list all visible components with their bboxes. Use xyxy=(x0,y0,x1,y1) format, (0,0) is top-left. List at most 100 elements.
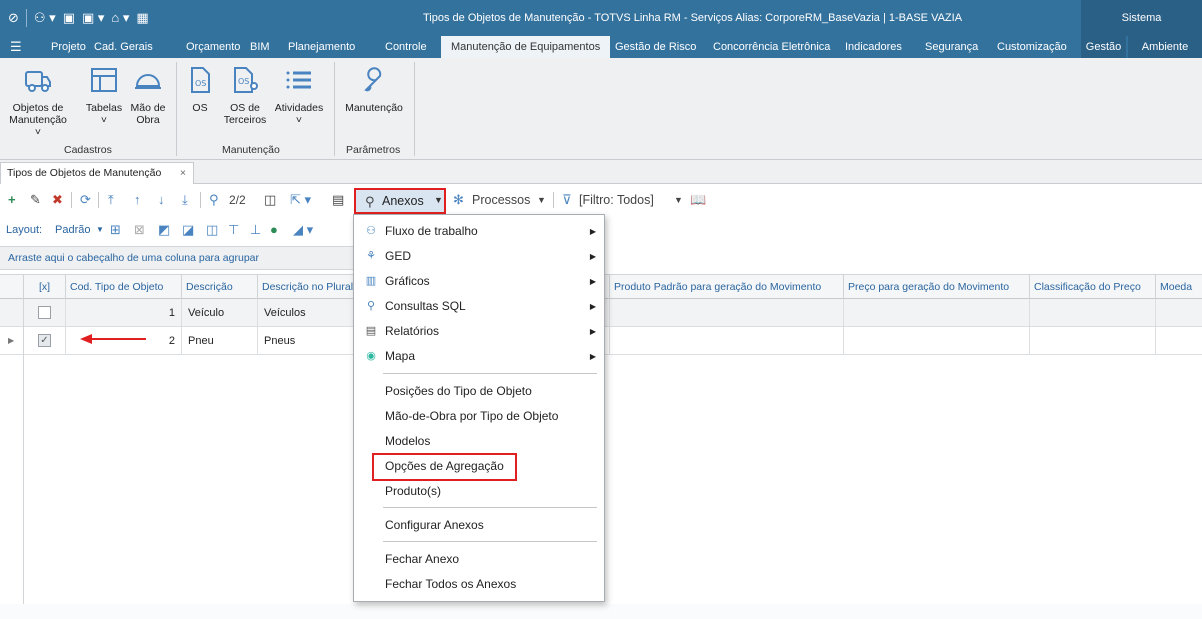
menu-item-mao-de-obra[interactable]: Mão-de-Obra por Tipo de Objeto xyxy=(354,404,604,429)
menu-indicadores[interactable]: Indicadores xyxy=(845,36,902,58)
previous-record-icon[interactable]: ↑ xyxy=(134,192,141,208)
menu-item-configurar-anexos[interactable]: Configurar Anexos xyxy=(354,513,604,538)
cell-classificacao xyxy=(1030,327,1156,355)
add-icon[interactable]: + xyxy=(8,192,16,208)
atividades-label: Atividades xyxy=(274,102,324,114)
home-icon[interactable]: ⌂ ▾ xyxy=(111,10,129,26)
menu-customizacao[interactable]: Customização xyxy=(997,36,1067,58)
menu-seguranca[interactable]: Segurança xyxy=(925,36,978,58)
menu-ambiente[interactable]: Ambiente xyxy=(1128,36,1202,58)
mao-de-obra-button[interactable]: Mão de Obra xyxy=(128,64,168,126)
tab-tipos-objetos[interactable]: Tipos de Objetos de Manutenção × xyxy=(0,162,194,184)
menu-controle[interactable]: Controle xyxy=(385,36,427,58)
next-record-icon[interactable]: ↓ xyxy=(158,192,165,208)
menu-item-posicoes[interactable]: Posições do Tipo de Objeto xyxy=(354,379,604,404)
menu-bim[interactable]: BIM xyxy=(250,36,270,58)
manutencao-param-button[interactable]: Manutenção xyxy=(342,64,406,114)
system-menu[interactable]: Sistema xyxy=(1081,0,1202,36)
window-icon[interactable]: ▣ xyxy=(63,10,75,26)
import-layout-icon[interactable]: ◪ xyxy=(182,222,194,238)
menu-item-label: Fluxo de trabalho xyxy=(385,224,478,238)
menu-item-label: GED xyxy=(385,249,412,263)
cell-preco xyxy=(844,299,1030,327)
helmet-icon xyxy=(135,74,161,89)
menu-item-fechar-todos[interactable]: Fechar Todos os Anexos xyxy=(354,572,604,597)
tabelas-button[interactable]: Tabelas ˅ xyxy=(84,64,124,126)
menu-gestao[interactable]: Gestão xyxy=(1081,36,1126,58)
filter-icon[interactable]: ⊽ xyxy=(562,192,572,208)
menu-orcamento[interactable]: Orçamento xyxy=(186,36,240,58)
app-menu-icon[interactable]: ☰ xyxy=(10,36,22,58)
book-icon[interactable]: 📖 xyxy=(690,192,706,208)
filter-button[interactable]: [Filtro: Todos] xyxy=(579,192,654,208)
objetos-manutencao-button[interactable]: Objetos de Manutenção ˅ xyxy=(6,64,70,138)
delete-icon[interactable]: ✖ xyxy=(52,192,63,208)
ribbon-separator xyxy=(414,62,415,156)
search-icon[interactable]: ⚲ xyxy=(209,192,219,208)
chevron-down-icon[interactable]: ▼ xyxy=(537,192,546,208)
export-icon[interactable]: ⇱ ▾ xyxy=(290,192,311,208)
objetos-label: Objetos de Manutenção xyxy=(9,102,67,126)
select-cell xyxy=(24,299,66,327)
save-layout-icon[interactable]: ◩ xyxy=(158,222,170,238)
menu-item-ged[interactable]: ⚘ GED ▶ xyxy=(354,244,604,269)
column-header-codigo[interactable]: Cod. Tipo de Objeto xyxy=(66,275,182,299)
menu-item-produtos[interactable]: Produto(s) xyxy=(354,479,604,504)
chevron-down-icon[interactable]: ▼ xyxy=(96,222,104,238)
layout-label: Layout: xyxy=(6,224,43,236)
menu-item-modelos[interactable]: Modelos xyxy=(354,429,604,454)
submenu-arrow-icon: ▶ xyxy=(589,252,596,261)
menu-item-label: Produto(s) xyxy=(385,484,442,498)
column-chooser-icon[interactable]: ⊤ xyxy=(228,222,239,238)
os-terceiros-button[interactable]: OS OS de Terceiros xyxy=(222,64,268,126)
edit-icon[interactable]: ✎ xyxy=(30,192,41,208)
column-header-descricao[interactable]: Descrição xyxy=(182,275,258,299)
column-header-moeda[interactable]: Moeda xyxy=(1156,275,1202,299)
menu-cad-gerais[interactable]: Cad. Gerais xyxy=(94,36,153,58)
close-icon[interactable]: × xyxy=(180,167,186,179)
menu-gestao-risco[interactable]: Gestão de Risco xyxy=(615,36,696,58)
refresh-icon[interactable]: ⟳ xyxy=(80,192,91,208)
column-header-classificacao[interactable]: Classificação do Preço xyxy=(1030,275,1156,299)
grid-icon[interactable]: ▦ xyxy=(136,10,148,26)
cell-plural: Pneus xyxy=(258,327,354,355)
menu-item-fechar-anexo[interactable]: Fechar Anexo xyxy=(354,547,604,572)
pin-icon[interactable]: ⊥ xyxy=(250,222,261,238)
menu-item-mapa[interactable]: ◉ Mapa ▶ xyxy=(354,344,604,369)
export-layout-icon[interactable]: ◫ xyxy=(206,222,218,238)
column-header-produto[interactable]: Produto Padrão para geração do Movimento xyxy=(610,275,844,299)
column-header-plural[interactable]: Descrição no Plural xyxy=(258,275,354,299)
atividades-button[interactable]: Atividades ˅ xyxy=(274,64,324,126)
menu-item-graficos[interactable]: ▥ Gráficos ▶ xyxy=(354,269,604,294)
menu-item-relatorios[interactable]: ▤ Relatórios ▶ xyxy=(354,319,604,344)
hierarchy-icon[interactable]: ⚇ ▾ xyxy=(34,10,56,26)
cell-produto xyxy=(610,327,844,355)
os-button[interactable]: OS OS xyxy=(184,64,216,114)
menu-planejamento[interactable]: Planejamento xyxy=(288,36,355,58)
first-record-icon[interactable]: ⤒ xyxy=(108,192,114,208)
mao-de-obra-label: Mão de Obra xyxy=(130,102,166,126)
os-label: OS xyxy=(192,102,208,114)
grid-view-icon[interactable]: ◫ xyxy=(264,192,276,208)
column-header-preco[interactable]: Preço para geração do Movimento xyxy=(844,275,1030,299)
document-icon[interactable]: ▤ xyxy=(332,192,344,208)
add-layout-icon[interactable]: ⊞ xyxy=(110,222,121,238)
gear-icon[interactable]: ✻ xyxy=(453,192,464,208)
menu-item-label: Fechar Anexo xyxy=(385,552,460,566)
chevron-down-icon[interactable]: ▼ xyxy=(674,192,683,208)
group-by-panel[interactable]: Arraste aqui o cabeçalho de uma coluna p… xyxy=(0,246,355,270)
processos-button[interactable]: Processos xyxy=(472,192,530,208)
anexos-button[interactable]: ⚲ Anexos ▼ xyxy=(354,188,446,214)
window-dropdown-icon[interactable]: ▣ ▾ xyxy=(82,10,104,26)
menu-projeto[interactable]: Projeto xyxy=(51,36,86,58)
menu-manutencao-equipamentos[interactable]: Manutenção de Equipamentos xyxy=(441,36,611,58)
select-column-header[interactable]: [x] xyxy=(24,275,66,299)
last-record-icon[interactable]: ⤓ xyxy=(182,192,188,208)
color-icon[interactable]: ● xyxy=(270,222,278,238)
chart-icon[interactable]: ◢ ▾ xyxy=(293,222,313,238)
menu-item-consultas-sql[interactable]: ⚲ Consultas SQL ▶ xyxy=(354,294,604,319)
menu-item-label: Posições do Tipo de Objeto xyxy=(385,384,532,398)
menu-item-fluxo-trabalho[interactable]: ⚇ Fluxo de trabalho ▶ xyxy=(354,219,604,244)
menu-concorrencia-eletronica[interactable]: Concorrência Eletrônica xyxy=(713,36,830,58)
layout-select[interactable]: Padrão xyxy=(55,222,90,238)
